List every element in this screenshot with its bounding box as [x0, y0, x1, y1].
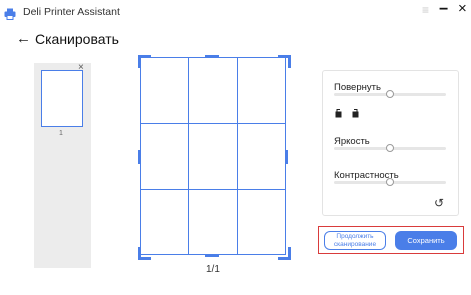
page-thumbnail[interactable] — [41, 70, 83, 127]
app-title: Deli Printer Assistant — [23, 6, 120, 18]
grid-line — [140, 189, 286, 190]
rotate-left-icon[interactable] — [335, 109, 344, 120]
hamburger-menu-icon[interactable]: ≡ — [422, 4, 429, 16]
crop-handle-bottom-right[interactable] — [278, 247, 291, 260]
grid-line — [188, 57, 189, 255]
grid-line — [237, 57, 238, 255]
back-arrow-icon[interactable]: ← — [16, 30, 31, 48]
remove-page-icon[interactable]: × — [78, 63, 84, 73]
rotate-label: Повернуть — [334, 82, 381, 93]
contrast-slider-knob[interactable] — [386, 178, 394, 186]
minimize-button[interactable]: − — [439, 2, 448, 18]
crop-handle-bottom[interactable] — [205, 254, 219, 257]
crop-handle-right[interactable] — [285, 150, 288, 164]
page-title: Сканировать — [35, 31, 119, 47]
printer-app-icon — [4, 7, 16, 20]
crop-handle-top-left[interactable] — [138, 55, 151, 68]
continue-scanning-button[interactable]: Продолжить сканирование — [324, 231, 386, 250]
reset-icon[interactable]: ↺ — [434, 197, 444, 209]
thumbnail-number: 1 — [59, 130, 63, 137]
page-counter: 1/1 — [206, 264, 220, 275]
rotate-right-icon[interactable] — [350, 109, 359, 120]
crop-handle-left[interactable] — [138, 150, 141, 164]
brightness-label: Яркость — [334, 136, 370, 147]
crop-handle-bottom-left[interactable] — [138, 247, 151, 260]
scan-preview — [140, 57, 286, 255]
rotate-slider-knob[interactable] — [386, 90, 394, 98]
close-button[interactable]: × — [458, 1, 467, 17]
crop-handle-top[interactable] — [205, 55, 219, 58]
crop-handle-top-right[interactable] — [278, 55, 291, 68]
save-button[interactable]: Сохранить — [395, 231, 457, 250]
grid-line — [140, 123, 286, 124]
brightness-slider-knob[interactable] — [386, 144, 394, 152]
